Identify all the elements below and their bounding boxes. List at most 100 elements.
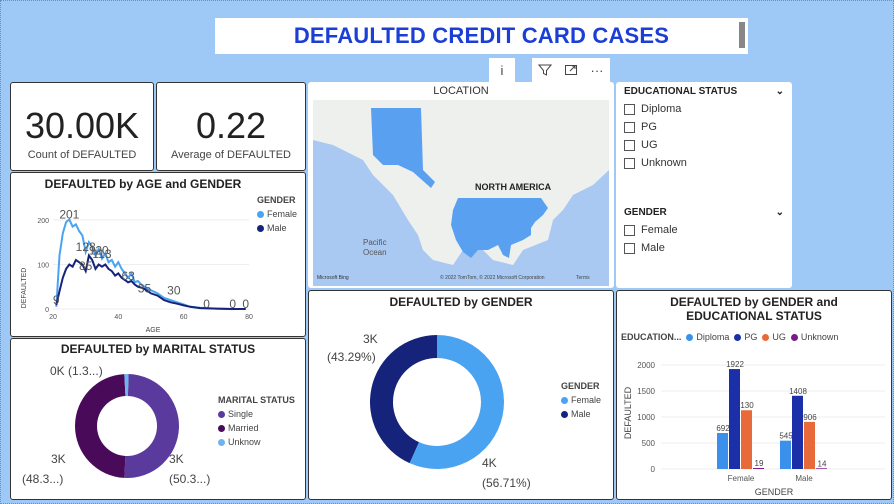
bar-diploma-male (780, 440, 791, 469)
data-label: 0 (242, 297, 249, 311)
data-label: 35 (138, 282, 152, 296)
chevron-down-icon[interactable]: ⌄ (776, 207, 784, 218)
education-slicer-title: EDUCATIONAL STATUS (624, 86, 738, 97)
info-toolbar: i (489, 58, 515, 82)
age-gender-chart-card[interactable]: DEFAULTED by AGE and GENDER GENDER Femal… (10, 172, 306, 337)
data-label: 63 (121, 269, 135, 283)
x-tick-label: 60 (180, 314, 188, 321)
checkbox[interactable] (624, 139, 635, 151)
data-label: 906 (803, 413, 817, 422)
data-label: 201 (59, 208, 79, 222)
data-label: 19 (755, 459, 764, 468)
legend-label: Female (571, 395, 602, 405)
expand-icon[interactable] (558, 58, 584, 82)
legend-item-married[interactable]: Married (218, 423, 295, 433)
x-tick-label: 40 (114, 314, 122, 321)
legend-label: Unknow (228, 437, 261, 447)
legend-item-male[interactable]: Male (561, 409, 601, 419)
map-visual[interactable]: LOCATION NORTH AMERICA Pacific Ocean Mic… (308, 82, 614, 288)
y-axis-label: DEFAULTED (21, 268, 28, 309)
data-label: 85 (79, 259, 93, 273)
education-option-unknown[interactable]: Unknown (624, 157, 784, 169)
checkbox[interactable] (624, 103, 635, 115)
more-options-icon[interactable]: ··· (584, 58, 610, 82)
gender-slicer-header[interactable]: GENDER ⌄ (624, 207, 784, 218)
checkbox[interactable] (624, 242, 635, 254)
checkbox[interactable] (624, 224, 635, 236)
data-label: 3K (363, 332, 378, 346)
age-line-chart[interactable]: DEFAULTED AGE 010020020 40 60 8020112811385… (11, 173, 306, 337)
data-label: 0K (1.3...) (50, 364, 103, 378)
scrollbar[interactable] (739, 22, 745, 48)
gender-education-chart-card[interactable]: DEFAULTED by GENDER and EDUCATIONAL STAT… (616, 290, 892, 500)
education-slicer-header[interactable]: EDUCATIONAL STATUS ⌄ (624, 86, 784, 97)
marital-donut-chart[interactable]: 0K (1.3...) 3K (50.3...) 3K (48.3...) (11, 339, 211, 500)
bing-logo: Microsoft Bing (317, 275, 349, 281)
map-title: LOCATION (433, 85, 489, 97)
gender-option-male[interactable]: Male (624, 242, 784, 254)
y-axis-label: DEFAULTED (623, 386, 633, 439)
x-tick-label: Female (728, 474, 755, 483)
kpi-count-label: Count of DEFAULTED (27, 149, 137, 161)
legend-item-unknow[interactable]: Unknow (218, 437, 295, 447)
chevron-down-icon[interactable]: ⌄ (776, 86, 784, 97)
education-option-ug[interactable]: UG (624, 139, 784, 151)
x-axis-label: AGE (146, 327, 161, 334)
data-label: (48.3...) (22, 472, 63, 486)
y-tick-label: 100 (37, 262, 49, 269)
title-banner: DEFAULTED CREDIT CARD CASES (215, 18, 748, 54)
legend-label: Single (228, 409, 254, 419)
legend-title: GENDER (561, 381, 600, 391)
x-tick-label: 80 (245, 314, 253, 321)
info-icon[interactable]: i (489, 58, 515, 82)
marital-legend: MARITAL STATUS Single Married Unknow (218, 395, 295, 447)
ocean-label-line2: Ocean (363, 248, 387, 257)
option-label: UG (641, 139, 658, 151)
y-tick-label: 0 (45, 307, 49, 314)
option-label: Unknown (641, 157, 687, 169)
bar-pg-female (729, 369, 740, 469)
x-tick-label: Male (795, 474, 813, 483)
data-label: (56.71%) (482, 476, 531, 490)
kpi-average-card[interactable]: 0.22 Average of DEFAULTED (156, 82, 306, 171)
legend-item-female[interactable]: Female (561, 395, 601, 405)
checkbox[interactable] (624, 157, 635, 169)
data-label: 30 (167, 284, 181, 298)
checkbox[interactable] (624, 121, 635, 133)
data-label: 692 (716, 424, 730, 433)
gender-donut-chart[interactable]: 3K (43.29%) 4K (56.71%) (309, 291, 559, 500)
data-label: 130 (740, 401, 754, 410)
education-bar-chart[interactable]: DEFAULTED GENDER 0 500 1000 1500 2000 692 1922… (617, 291, 892, 500)
education-option-diploma[interactable]: Diploma (624, 103, 784, 115)
bar-unknown-male (816, 468, 827, 469)
data-label: 3K (51, 452, 66, 466)
continent-label: NORTH AMERICA (475, 182, 552, 192)
filter-icon[interactable] (532, 58, 558, 82)
bar-diploma-female (717, 433, 728, 469)
gender-chart-card[interactable]: DEFAULTED by GENDER GENDER Female Male 3… (308, 290, 614, 500)
bar-unknown-female (753, 468, 764, 469)
data-label: 0 (229, 297, 236, 311)
map-canvas[interactable]: NORTH AMERICA Pacific Ocean Microsoft Bi… (313, 100, 609, 286)
data-label: 1922 (726, 360, 744, 369)
legend-dot (218, 424, 225, 432)
x-axis-label: GENDER (755, 487, 794, 497)
map-credit: © 2022 TomTom, © 2022 Microsoft Corporat… (440, 274, 545, 281)
x-tick-label: 20 (49, 314, 57, 321)
y-tick-label: 1500 (637, 387, 655, 396)
gender-legend: GENDER Female Male (561, 381, 601, 419)
slicer-panel: EDUCATIONAL STATUS ⌄ Diploma PG UG Unkno… (616, 82, 792, 288)
option-label: PG (641, 121, 657, 133)
kpi-count-card[interactable]: 30.00K Count of DEFAULTED (10, 82, 154, 171)
data-label: 4K (482, 456, 497, 470)
legend-item-single[interactable]: Single (218, 409, 295, 419)
y-tick-label: 1000 (637, 413, 655, 422)
legend-title: MARITAL STATUS (218, 395, 295, 405)
legend-dot (561, 410, 568, 418)
y-tick-label: 2000 (637, 361, 655, 370)
education-option-pg[interactable]: PG (624, 121, 784, 133)
map-terms-link[interactable]: Terms (576, 275, 590, 281)
gender-option-female[interactable]: Female (624, 224, 784, 236)
data-label: 0 (203, 297, 210, 311)
marital-status-chart-card[interactable]: DEFAULTED by MARITAL STATUS MARITAL STAT… (10, 338, 306, 500)
